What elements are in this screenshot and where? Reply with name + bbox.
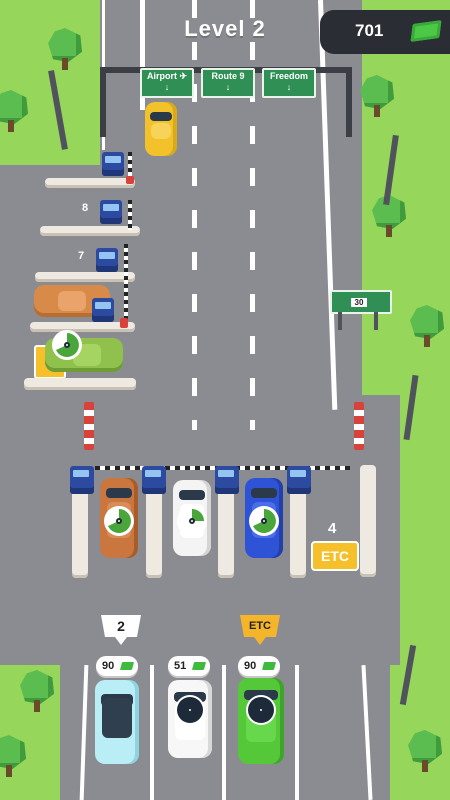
plaza-islet (360, 465, 376, 577)
lane-line (150, 665, 154, 800)
plaza-islet (218, 490, 234, 578)
car-timer (177, 506, 207, 536)
lane-number: 8 (82, 202, 89, 214)
lane-count-label: 4 (328, 520, 337, 537)
plaza-islet (146, 490, 162, 578)
lane-line (222, 665, 226, 800)
lane-dash (192, 0, 197, 430)
plaza-islet (72, 490, 88, 578)
sign-freedom: Freedom ↓ (262, 68, 316, 98)
lane-number: 7 (78, 250, 85, 262)
car-timer (246, 695, 276, 725)
gantry-post (100, 67, 106, 137)
car-timer (104, 506, 134, 536)
toll-booth-small (96, 248, 118, 272)
cash-icon (119, 662, 135, 670)
tree-icon (48, 28, 82, 70)
queued-car-light-blue[interactable] (95, 680, 139, 764)
sign-post (374, 312, 378, 330)
cash-icon (191, 662, 207, 670)
tree-icon (408, 730, 442, 772)
money-panel: 701 (320, 10, 450, 54)
parking-islet (35, 272, 135, 282)
queue-flag-stem (115, 637, 127, 645)
toll-booth-small (100, 200, 122, 224)
level-title: Level 2 (184, 16, 266, 41)
tree-icon (360, 75, 394, 117)
money-amount: 701 (355, 21, 384, 40)
sign-route-9: Route 9 ↓ (201, 68, 255, 98)
plaza-post-left (84, 402, 94, 450)
toll-booth-small (102, 152, 124, 176)
parking-islet (40, 226, 140, 236)
sign-post (338, 312, 342, 330)
tree-icon (0, 90, 28, 132)
lane-line (295, 665, 299, 800)
tree-icon (20, 670, 54, 712)
cash-icon (261, 662, 277, 670)
toll-booth (287, 466, 311, 494)
sign-airport: Airport ✈ ↓ (140, 68, 194, 98)
barrier-post (126, 176, 134, 184)
plaza-post-right (354, 402, 364, 450)
cash-stack-icon (410, 20, 442, 42)
toll-booth (215, 466, 239, 494)
tree-icon (410, 305, 444, 347)
parking-islet (45, 178, 135, 188)
price-tag: 90 (96, 656, 138, 676)
car-timer (175, 695, 205, 725)
car-timer (52, 330, 82, 360)
roadside-sign: 30 (330, 290, 392, 314)
barrier-post (120, 318, 128, 328)
queue-flag-etc: ETC (240, 615, 280, 637)
barrier-gate (128, 200, 132, 230)
car-timer (249, 506, 279, 536)
tree-icon (0, 735, 26, 777)
taxi-car (145, 102, 177, 156)
price-tag: 90 (238, 656, 280, 676)
barrier-gate (124, 244, 128, 324)
etc-lane-badge[interactable]: ETC (311, 541, 359, 571)
price-tag: 51 (168, 656, 210, 676)
lane-dash (250, 0, 255, 430)
toll-booth (142, 466, 166, 494)
toll-booth-small (92, 298, 114, 322)
queue-flag-stem (254, 637, 266, 645)
game-scene: Airport ✈ ↓ Route 9 ↓ Freedom ↓ 30 8 7 4… (0, 0, 450, 800)
toll-booth (70, 466, 94, 494)
queue-flag-lane: 2 (101, 615, 141, 637)
plaza-islet (290, 490, 306, 578)
parking-islet (24, 378, 136, 390)
gantry-post (346, 67, 352, 137)
